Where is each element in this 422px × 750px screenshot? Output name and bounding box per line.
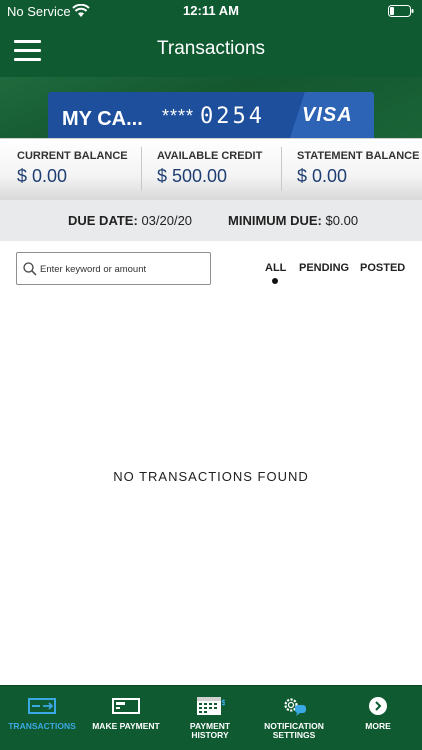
minimum-due-label: MINIMUM DUE: — [228, 213, 322, 228]
chevron-right-circle-icon — [369, 697, 387, 715]
divider — [281, 147, 282, 191]
gear-chat-icon — [284, 698, 306, 716]
statement-balance-label: STATEMENT BALANCE — [297, 150, 420, 162]
page-title: Transactions — [156, 38, 266, 59]
available-credit-label: AVAILABLE CREDIT — [157, 150, 263, 162]
credit-card[interactable]: MY CA... **** 0254 VISA — [48, 92, 374, 138]
nav-more[interactable]: MORE — [336, 686, 420, 750]
bottom-nav: TRANSACTIONS MAKE PAYMENT $ PAYMENT HIST… — [0, 685, 422, 750]
nav-transactions-label: TRANSACTIONS — [8, 721, 76, 731]
available-credit-value: $ 500.00 — [157, 166, 228, 186]
nav-payment-history-label: PAYMENT HISTORY — [189, 721, 231, 740]
nav-make-payment-label: MAKE PAYMENT — [92, 721, 160, 731]
visa-logo: VISA — [302, 104, 353, 126]
due-date: DUE DATE: 03/20/20 — [68, 213, 192, 228]
current-balance-value: $ 0.00 — [17, 166, 68, 186]
statement-balance-value: $ 0.00 — [297, 166, 348, 186]
status-bar: No Service 12:11 AM — [0, 0, 422, 22]
nav-notification-settings[interactable]: NOTIFICATION SETTINGS — [252, 686, 336, 750]
app-header: No Service 12:11 AM Transactions — [0, 0, 422, 77]
minimum-due-value: $0.00 — [325, 213, 359, 228]
search-box[interactable] — [16, 252, 211, 285]
card-mask: **** — [162, 106, 195, 126]
svg-text:$: $ — [221, 698, 225, 707]
nav-payment-history[interactable]: $ PAYMENT HISTORY — [168, 686, 252, 750]
card-name: MY CA... — [62, 108, 143, 130]
due-date-label: DUE DATE: — [68, 213, 138, 228]
calendar-icon: $ — [197, 697, 225, 715]
divider — [141, 147, 142, 191]
nav-more-label: MORE — [365, 721, 391, 731]
nav-make-payment[interactable]: MAKE PAYMENT — [84, 686, 168, 750]
battery-icon — [388, 5, 414, 17]
search-icon — [23, 262, 37, 276]
status-time: 12:11 AM — [183, 3, 239, 18]
tab-all[interactable]: ALL — [265, 262, 286, 274]
tab-posted[interactable]: POSTED — [360, 262, 405, 274]
empty-state-message: NO TRANSACTIONS FOUND — [113, 469, 309, 484]
due-date-value: 03/20/20 — [141, 213, 193, 228]
balance-summary: CURRENT BALANCE $ 0.00 AVAILABLE CREDIT … — [0, 138, 422, 200]
minimum-due: MINIMUM DUE: $0.00 — [228, 213, 358, 228]
current-balance-label: CURRENT BALANCE — [17, 150, 128, 162]
transactions-icon — [28, 698, 56, 714]
payment-card-icon — [112, 698, 140, 714]
card-last-digits: 0254 — [200, 104, 265, 129]
tab-pending[interactable]: PENDING — [299, 262, 349, 274]
due-info-bar: DUE DATE: 03/20/20 MINIMUM DUE: $0.00 — [0, 200, 422, 241]
selected-tab-indicator — [272, 278, 278, 284]
card-banner: MY CA... **** 0254 VISA — [0, 77, 422, 138]
nav-transactions[interactable]: TRANSACTIONS — [0, 686, 84, 750]
nav-notification-settings-label: NOTIFICATION SETTINGS — [264, 721, 324, 740]
search-input[interactable] — [40, 259, 206, 279]
